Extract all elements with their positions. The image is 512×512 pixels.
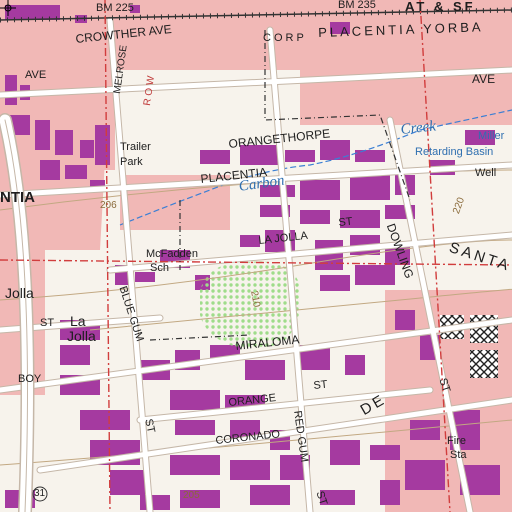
label-st-1: ST: [337, 215, 354, 229]
label-boy: BOY: [18, 373, 42, 385]
label-mcfadden-sch: Sch: [150, 262, 169, 274]
topographic-map[interactable]: BM 225 BM 235 AT & SF CROWTHER AVE CORP …: [0, 0, 512, 512]
label-park: Park: [120, 156, 143, 168]
label-route-31: 31: [34, 488, 46, 499]
label-elev-206: 206: [100, 200, 117, 211]
label-ats-f: AT & SF: [405, 0, 476, 14]
label-well: Well: [475, 167, 497, 179]
label-elev-205: 205: [183, 490, 200, 501]
label-bm235: BM 235: [338, 0, 376, 11]
label-la: La: [70, 313, 86, 329]
label-jolla: Jolla: [5, 285, 34, 301]
label-st-4: ST: [142, 417, 157, 435]
label-ave-east: AVE: [472, 72, 496, 86]
label-ntia: NTIA: [0, 189, 35, 206]
label-ave-west: AVE: [25, 69, 47, 81]
label-fire: Fire: [447, 435, 466, 447]
label-corp: CORP: [263, 32, 307, 44]
location-crosshair-icon: [0, 0, 16, 16]
label-st-2: ST: [40, 317, 55, 329]
label-la-jolla: Jolla: [67, 328, 96, 344]
label-miller: Miller: [478, 130, 505, 142]
label-retarding-basin: Retarding Basin: [415, 146, 494, 158]
label-trailer: Trailer: [120, 141, 151, 153]
label-st-3: ST: [312, 378, 329, 392]
label-sta: Sta: [450, 449, 467, 461]
label-bm225: BM 225: [96, 2, 134, 14]
label-elev-210: 210: [248, 289, 262, 309]
label-mcfadden: McFadden: [146, 248, 198, 260]
